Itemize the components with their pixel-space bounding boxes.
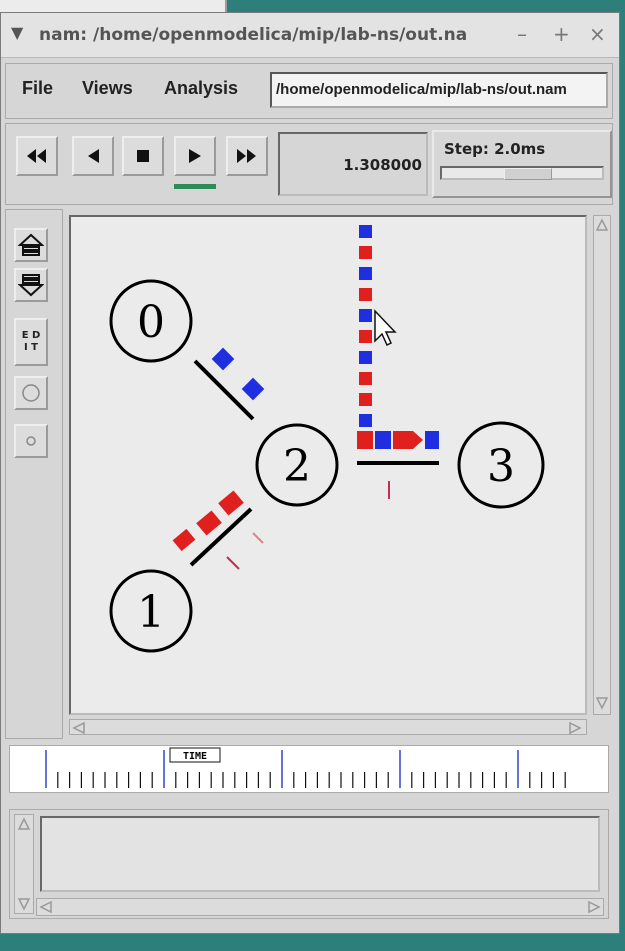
node-0[interactable]: 0	[109, 279, 193, 363]
edit-button[interactable]: E D I T	[14, 318, 48, 366]
title-bar: ▼ nam: /home/openmodelica/mip/lab-ns/out…	[1, 13, 619, 58]
network-canvas[interactable]: 0 1 2 3	[69, 215, 587, 715]
scroll-arrows-icon	[72, 721, 582, 735]
playback-controls: 1.308000 Step: 2.0ms	[5, 123, 613, 205]
menu-bar: File Views Analysis /home/openmodelica/m…	[5, 63, 613, 119]
packet	[196, 510, 222, 536]
edit-label: E D I T	[21, 330, 41, 353]
stop-icon	[137, 150, 149, 162]
packet-queue	[359, 225, 372, 427]
zoom-in-icon	[18, 233, 44, 256]
scroll-arrows-icon	[595, 218, 609, 710]
play-backward-icon	[88, 149, 99, 163]
menu-file[interactable]: File	[22, 78, 53, 99]
play-button[interactable]	[174, 136, 216, 176]
large-node-button[interactable]	[14, 376, 48, 410]
fast-forward-icon	[237, 149, 256, 163]
link-1-2	[189, 507, 253, 567]
network-view: 0 1 2 3	[67, 209, 613, 739]
step-slider-thumb[interactable]	[504, 168, 552, 180]
node-2[interactable]: 2	[255, 423, 339, 507]
rewind-icon	[27, 149, 46, 163]
zoom-in-button[interactable]	[14, 228, 48, 262]
nam-window: ▼ nam: /home/openmodelica/mip/lab-ns/out…	[0, 12, 620, 934]
time-slider[interactable]: TIME	[9, 745, 609, 793]
svg-text:2: 2	[283, 441, 311, 492]
scroll-arrows-icon	[17, 817, 31, 911]
annotation-vertical-scrollbar[interactable]	[14, 814, 34, 914]
window-title: nam: /home/openmodelica/mip/lab-ns/out.n…	[39, 25, 468, 45]
stop-button[interactable]	[122, 136, 164, 176]
svg-text:1: 1	[137, 587, 165, 638]
packet	[393, 431, 423, 449]
packet	[357, 431, 373, 449]
step-back-button[interactable]	[72, 136, 114, 176]
step-label: Step: 2.0ms	[444, 140, 546, 158]
svg-text:3: 3	[487, 441, 515, 492]
menu-views[interactable]: Views	[82, 78, 133, 99]
annotation-horizontal-scrollbar[interactable]	[36, 898, 604, 916]
mouse-cursor-icon	[374, 309, 397, 347]
zoom-out-button[interactable]	[14, 268, 48, 302]
small-node-button[interactable]	[14, 424, 48, 458]
node-3[interactable]: 3	[457, 421, 545, 509]
window-menu-icon[interactable]: ▼	[11, 23, 23, 42]
play-icon	[189, 149, 201, 163]
menu-analysis[interactable]: Analysis	[164, 78, 238, 99]
time-marker[interactable]: TIME	[169, 747, 221, 763]
canvas-vertical-scrollbar[interactable]	[593, 215, 611, 715]
dropped-packet-trace	[226, 556, 240, 570]
rewind-button[interactable]	[16, 136, 58, 176]
tool-column: E D I T	[5, 209, 63, 739]
maximize-button[interactable]: +	[553, 22, 570, 46]
timeline-ruler: TIME	[45, 747, 566, 788]
svg-text:0: 0	[137, 297, 165, 348]
step-control: Step: 2.0ms	[432, 130, 612, 198]
playing-indicator	[174, 184, 216, 189]
packet	[211, 347, 235, 371]
step-slider[interactable]	[440, 166, 604, 180]
time-display: 1.308000	[278, 132, 428, 196]
fast-forward-button[interactable]	[226, 136, 268, 176]
small-circle-icon	[26, 436, 36, 446]
time-marker-label: TIME	[183, 751, 207, 762]
file-path-field[interactable]: /home/openmodelica/mip/lab-ns/out.nam	[270, 72, 608, 108]
packet	[375, 431, 391, 449]
network-svg: 0 1 2 3	[109, 225, 545, 653]
minimize-button[interactable]: –	[517, 22, 527, 46]
annotation-list[interactable]	[40, 816, 600, 892]
annotation-panel	[9, 809, 609, 919]
current-time: 1.308000	[343, 156, 422, 174]
packet	[172, 528, 196, 552]
close-button[interactable]: ×	[589, 22, 606, 46]
canvas-horizontal-scrollbar[interactable]	[69, 719, 587, 735]
node-1[interactable]: 1	[109, 569, 193, 653]
dropped-packet-trace	[252, 532, 264, 544]
packet	[425, 431, 439, 449]
circle-icon	[22, 384, 40, 402]
packet	[241, 377, 265, 401]
zoom-out-icon	[18, 274, 44, 297]
scroll-arrows-icon	[39, 900, 601, 914]
packet	[218, 490, 244, 516]
